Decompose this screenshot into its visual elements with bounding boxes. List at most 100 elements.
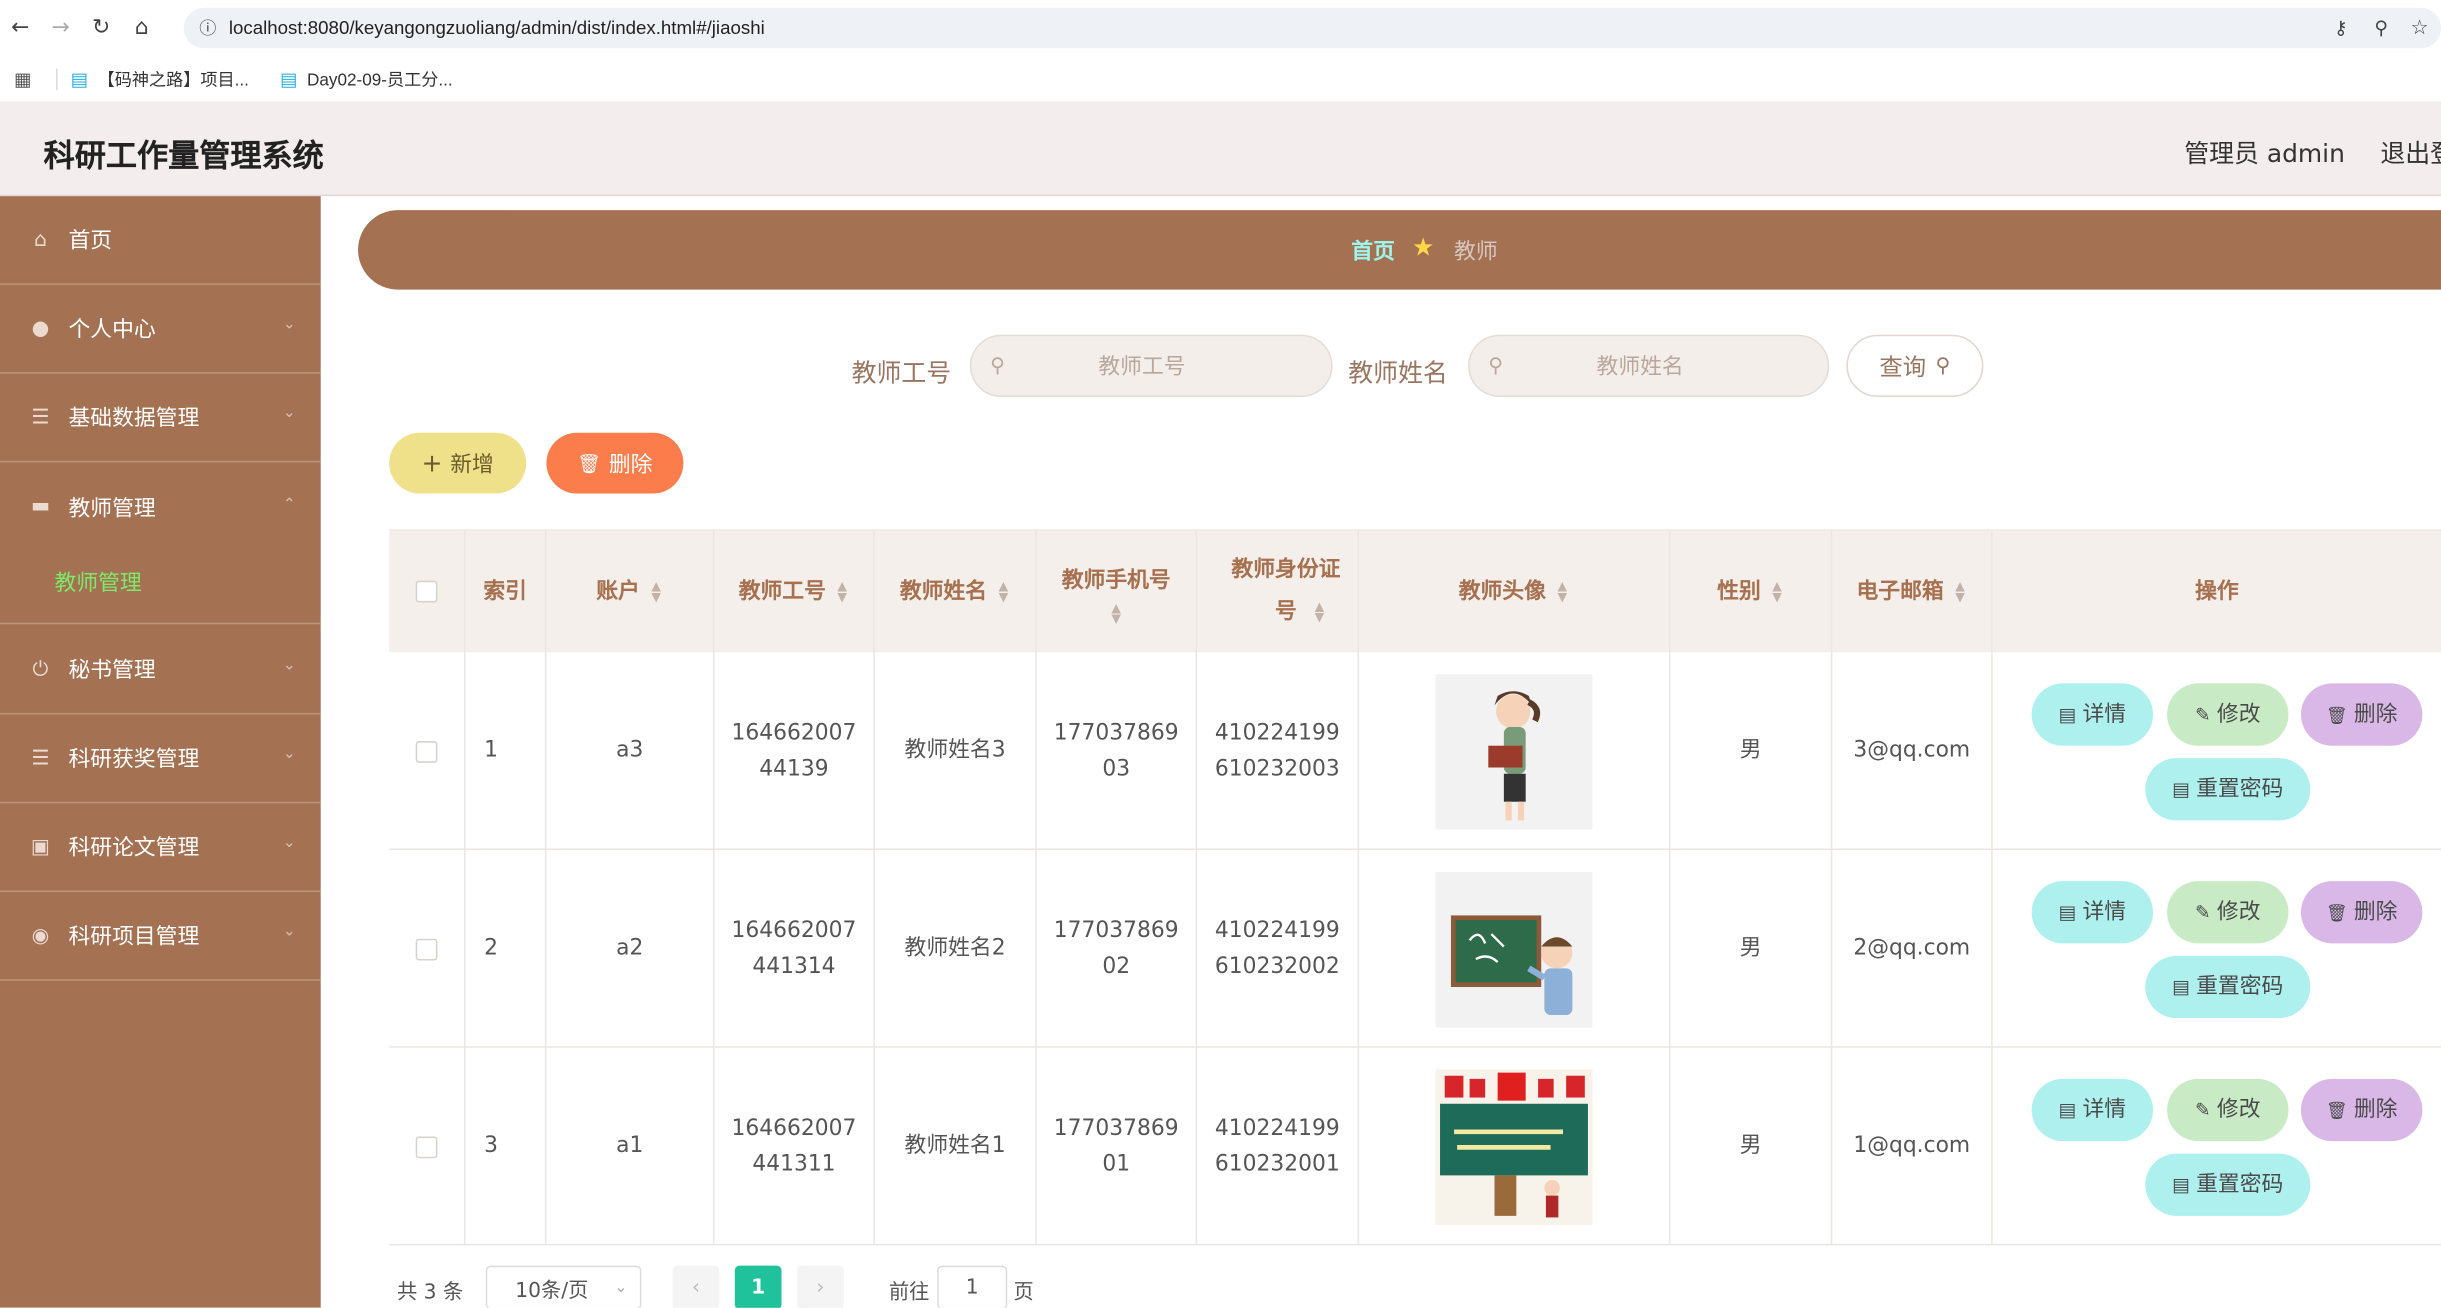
sort-icon[interactable]: ▲ ▼	[1555, 580, 1569, 603]
chevron-down-icon: ⌄	[282, 656, 296, 675]
detail-label: 详情	[2082, 1096, 2127, 1122]
detail-button[interactable]: ▤ 详情	[2031, 683, 2154, 746]
cell-email: 1@qq.com	[1832, 1047, 1993, 1246]
header-idcard[interactable]: 教师身份证号 ▲ ▼	[1197, 530, 1360, 653]
sidebar-item-awards[interactable]: ☰ 科研获奖管理 ⌄	[0, 715, 321, 804]
page-1-button[interactable]: 1	[734, 1265, 782, 1308]
teacher-avatar-image[interactable]	[1435, 673, 1593, 829]
cell-index: 3	[465, 1047, 547, 1246]
sliders-icon: ☰	[31, 405, 50, 429]
teacher-no-label: 教师工号	[851, 358, 952, 388]
detail-button[interactable]: ▤ 详情	[2031, 1078, 2154, 1142]
sort-icon[interactable]: ▲ ▼	[1312, 600, 1326, 623]
ticket-icon: ▬	[30, 495, 51, 519]
sidebar-item-teacher[interactable]: ▬ 教师管理 ⌃	[0, 462, 321, 551]
sidebar-item-projects[interactable]: ◉ 科研项目管理 ⌄	[0, 892, 321, 981]
sort-icon[interactable]: ▲ ▼	[1953, 580, 1967, 603]
sort-icon[interactable]: ▲ ▼	[996, 580, 1010, 603]
reset-label: 重置密码	[2196, 1171, 2284, 1197]
chevron-down-icon: ⌄	[282, 316, 296, 334]
trash-icon: 🗑	[2325, 1099, 2348, 1121]
cell-teacher-no: 16466200744139	[715, 652, 875, 851]
delete-button[interactable]: 🗑 删除	[2300, 881, 2423, 944]
page-size-select[interactable]: 10条/页 ⌄	[485, 1265, 642, 1308]
forward-icon[interactable]: →	[40, 8, 80, 48]
row-select-cell	[389, 850, 466, 1048]
prev-page-button[interactable]: ‹	[672, 1265, 720, 1308]
zoom-icon[interactable]: ⚲	[2374, 17, 2388, 39]
sort-icon[interactable]: ▲ ▼	[835, 580, 849, 603]
doc-icon: ▤	[2172, 1173, 2190, 1195]
add-button[interactable]: + 新增	[389, 432, 527, 494]
delete-button[interactable]: 🗑 删除	[2300, 683, 2423, 746]
doc-icon: ▤	[2058, 1098, 2077, 1121]
back-icon[interactable]: ←	[0, 8, 40, 48]
cell-ops: ▤ 详情 ✎ 修改 🗑 删除 ▤ 重置密码	[1993, 1048, 2441, 1246]
sort-icon[interactable]: ▲ ▼	[1770, 580, 1784, 603]
key-icon[interactable]: ⚷	[2334, 17, 2348, 39]
app-header: 科研工作量管理系统 管理员 admin 退出登	[0, 101, 2441, 197]
teacher-avatar-image[interactable]	[1435, 871, 1593, 1027]
cell-email: 2@qq.com	[1832, 850, 1993, 1048]
cell-teacher-no: 164662007441314	[715, 850, 875, 1048]
doc-icon: ▤	[2058, 702, 2077, 725]
detail-button[interactable]: ▤ 详情	[2031, 881, 2154, 944]
reset-password-button[interactable]: ▤ 重置密码	[2145, 955, 2311, 1019]
sidebar-item-papers[interactable]: ▣ 科研论文管理 ⌄	[0, 803, 321, 893]
edit-button[interactable]: ✎ 修改	[2167, 683, 2289, 746]
edit-button[interactable]: ✎ 修改	[2167, 881, 2289, 944]
row-checkbox[interactable]	[415, 937, 438, 960]
sidebar-item-label: 个人中心	[68, 317, 156, 343]
star-bookmark-icon[interactable]: ☆	[2410, 16, 2428, 39]
next-page-button[interactable]: ›	[797, 1265, 844, 1308]
select-all-checkbox[interactable]	[415, 580, 438, 603]
sidebar-item-secretary[interactable]: ⏻ 秘书管理 ⌄	[0, 626, 321, 715]
goto-page-input[interactable]: 1	[937, 1265, 1008, 1308]
teacher-name-input[interactable]: ⚲ 教师姓名	[1468, 334, 1830, 397]
reset-password-button[interactable]: ▤ 重置密码	[2145, 1153, 2311, 1216]
home-nav-icon[interactable]: ⌂	[121, 8, 161, 48]
teacher-avatar-image[interactable]	[1435, 1068, 1593, 1225]
query-button[interactable]: 查询 ⚲	[1846, 334, 1984, 397]
breadcrumb-home[interactable]: 首页	[1351, 235, 1395, 266]
cell-avatar	[1359, 850, 1671, 1048]
chevron-down-icon: ⌄	[614, 1278, 628, 1297]
header-teacher-no[interactable]: 教师工号 ▲ ▼	[714, 530, 875, 653]
sort-icon[interactable]: ▲ ▼	[649, 580, 663, 603]
delete-button[interactable]: 🗑 删除	[2300, 1078, 2423, 1142]
plus-icon: +	[421, 448, 443, 478]
sidebar-subitem-teacher[interactable]: 教师管理	[0, 542, 321, 625]
delete-label: 删除	[2353, 701, 2398, 727]
teacher-no-input[interactable]: ⚲ 教师工号	[969, 334, 1333, 397]
address-bar[interactable]: ⓘ localhost:8080/keyangongzuoliang/admin…	[183, 7, 2441, 49]
sidebar-item-label: 教师管理	[68, 495, 156, 521]
sidebar-item-basic-data[interactable]: ☰ 基础数据管理 ⌄	[0, 374, 321, 463]
cell-ops: ▤ 详情 ✎ 修改 🗑 删除 ▤ 重置密码	[1993, 652, 2441, 850]
header-email[interactable]: 电子邮箱 ▲ ▼	[1832, 530, 1993, 653]
cell-account: a3	[546, 652, 715, 851]
sidebar-item-label: 首页	[68, 228, 113, 254]
sidebar-item-home[interactable]: ⌂ 首页	[0, 196, 321, 285]
header-avatar[interactable]: 教师头像 ▲ ▼	[1359, 530, 1671, 653]
header-phone[interactable]: 教师手机号 ▲ ▼	[1036, 530, 1198, 653]
header-gender[interactable]: 性别 ▲ ▼	[1670, 530, 1833, 653]
header-account[interactable]: 账户 ▲ ▼	[546, 530, 715, 653]
reload-icon[interactable]: ↻	[81, 8, 121, 48]
edit-button[interactable]: ✎ 修改	[2167, 1078, 2289, 1142]
sort-icon[interactable]: ▲ ▼	[1109, 601, 1123, 624]
bookmark-1[interactable]: 【码神之路】项目...	[98, 66, 249, 91]
header-teacher-name[interactable]: 教师姓名 ▲ ▼	[874, 530, 1037, 653]
row-checkbox[interactable]	[415, 1135, 438, 1158]
bookmark-2[interactable]: Day02-09-员工分...	[307, 66, 453, 91]
logout-button[interactable]: 退出登	[2380, 132, 2441, 169]
chevron-left-icon: ‹	[691, 1275, 700, 1300]
batch-delete-button[interactable]: 🗑 删除	[546, 432, 684, 494]
reset-password-button[interactable]: ▤ 重置密码	[2145, 758, 2311, 821]
sidebar-item-profile[interactable]: ● 个人中心 ⌄	[0, 285, 321, 374]
header-label: 教师头像	[1458, 578, 1546, 604]
row-checkbox[interactable]	[415, 740, 438, 763]
site-info-icon[interactable]: ⓘ	[199, 16, 216, 41]
search-icon: ⚲	[1488, 354, 1504, 378]
apps-icon[interactable]: ▦	[14, 68, 32, 90]
header-label: 性别	[1717, 578, 1761, 604]
